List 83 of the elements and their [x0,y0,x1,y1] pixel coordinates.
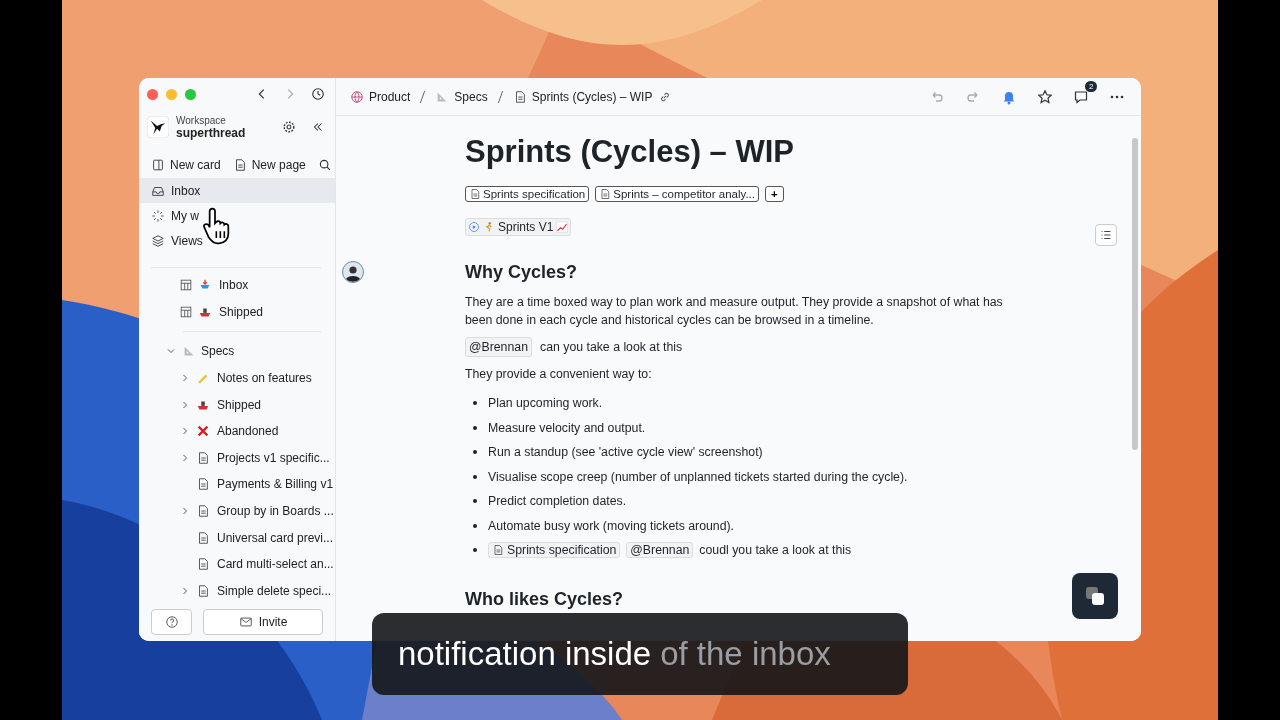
search-icon[interactable] [317,158,332,172]
document-icon [196,583,210,598]
runner-icon [483,221,495,233]
breadcrumb-link[interactable]: Product [350,89,411,104]
new-item-button[interactable]: New card [151,158,221,172]
outline-button[interactable] [1095,224,1117,246]
spinner-icon [151,208,165,223]
floating-action-button[interactable] [1072,573,1118,619]
tree-item[interactable]: Simple delete speci... [139,577,335,602]
paragraph-text: They are a time boxed way to plan work and measure output. They provide a snapshot of what has been done in each cycle and historical cycles can be browsed in a timeline. [465,294,1004,329]
paragraph-text: They provide a convenient way to: [465,366,652,383]
section-heading: Why Cycles? [465,262,579,283]
page-title: Sprints (Cycles) – WIP [465,134,796,170]
workspace-name[interactable]: superthread [176,127,267,139]
squares-icon [1083,584,1107,608]
nav-item[interactable]: My w [139,203,335,228]
breadcrumb-link[interactable]: Specs [435,89,488,104]
card-icon [151,158,165,172]
tree-item[interactable]: Group by in Boards ... [139,497,335,525]
document-icon [196,504,210,519]
help-button[interactable] [151,609,192,635]
list-item-text: coudl you take a look at this [699,543,852,558]
comments-icon[interactable] [1073,88,1089,105]
workspace-label: Workspace [176,115,227,127]
section-heading: Who likes Cycles? [465,588,625,610]
settings-icon[interactable] [282,120,296,134]
document-icon [469,188,481,200]
cross-icon [196,424,210,439]
document-icon [196,450,210,465]
tree-item[interactable]: Abandoned [139,417,335,445]
tree-item[interactable]: Card multi-select an... [139,550,335,578]
board-item[interactable]: Shipped [139,298,335,326]
help-icon [164,615,179,629]
tree-item[interactable]: Payments & Billing v1 [139,471,335,498]
layers-icon [151,233,165,248]
tree-item[interactable]: Shipped [139,391,335,418]
document-icon [196,557,210,572]
nav-item[interactable]: Inbox [139,178,335,203]
paragraph-text: can you take a look at this [540,339,683,356]
collapse-sidebar-icon[interactable] [311,120,325,134]
board-item[interactable]: Inbox [139,272,335,299]
tree-item[interactable]: Universal card previ... [139,524,335,551]
globe-icon [350,89,364,104]
list-item-text: Visualise scope creep (number of unplanned tickets started during the cycle). [488,469,908,484]
linked-doc-chip[interactable]: Sprints – competitor analy... [595,186,759,202]
table-icon [179,278,193,293]
document-icon [599,188,612,200]
scrollbar[interactable] [1132,138,1138,450]
mail-icon [238,615,253,629]
tree-folder[interactable]: Specs [139,338,335,365]
minimize-button[interactable] [166,88,177,100]
chart-icon [556,221,569,233]
linked-sprint-chip[interactable]: Sprints V1 [465,218,572,236]
list-item-text: Predict completion dates. [488,494,627,509]
avatar [342,261,364,283]
maximize-button[interactable] [185,88,196,100]
nav-item[interactable]: Views [139,228,335,253]
play-icon [468,221,480,233]
list-item-text: Plan upcoming work. [488,396,603,411]
document-icon [196,477,210,492]
document-icon [492,544,504,557]
tree-item[interactable]: Projects v1 specific... [139,444,335,472]
comment-count-badge: 2 [1085,80,1098,92]
star-icon[interactable] [1037,88,1053,105]
list-item-text: Automate busy work (moving tickets around). [488,518,735,533]
list-item-text: Measure velocity and output. [488,420,646,435]
invite-button[interactable]: Invite [203,609,323,635]
document-icon [196,530,210,545]
tree-item[interactable]: Notes on features [139,364,335,392]
bird-logo-icon [147,116,169,138]
doc-link-chip[interactable]: Sprints specification [488,542,621,559]
list-icon [1099,228,1113,242]
table-icon [179,304,193,319]
close-button[interactable] [147,88,158,100]
new-item-button[interactable]: New page [232,158,306,172]
breadcrumb-link[interactable]: Sprints (Cycles) – WIP [512,89,653,104]
list-item-text: Run a standup (see 'active cycle view' screenshot) [488,445,763,460]
mention-chip[interactable]: @Brennan [465,337,532,357]
add-link-button[interactable]: + [764,186,784,202]
mention-chip[interactable]: @Brennan [626,542,694,559]
history-icon[interactable] [311,87,325,101]
linked-doc-chip[interactable]: Sprints specification [465,186,590,202]
subtitle-caption: notification inside of the inbox [372,613,908,695]
